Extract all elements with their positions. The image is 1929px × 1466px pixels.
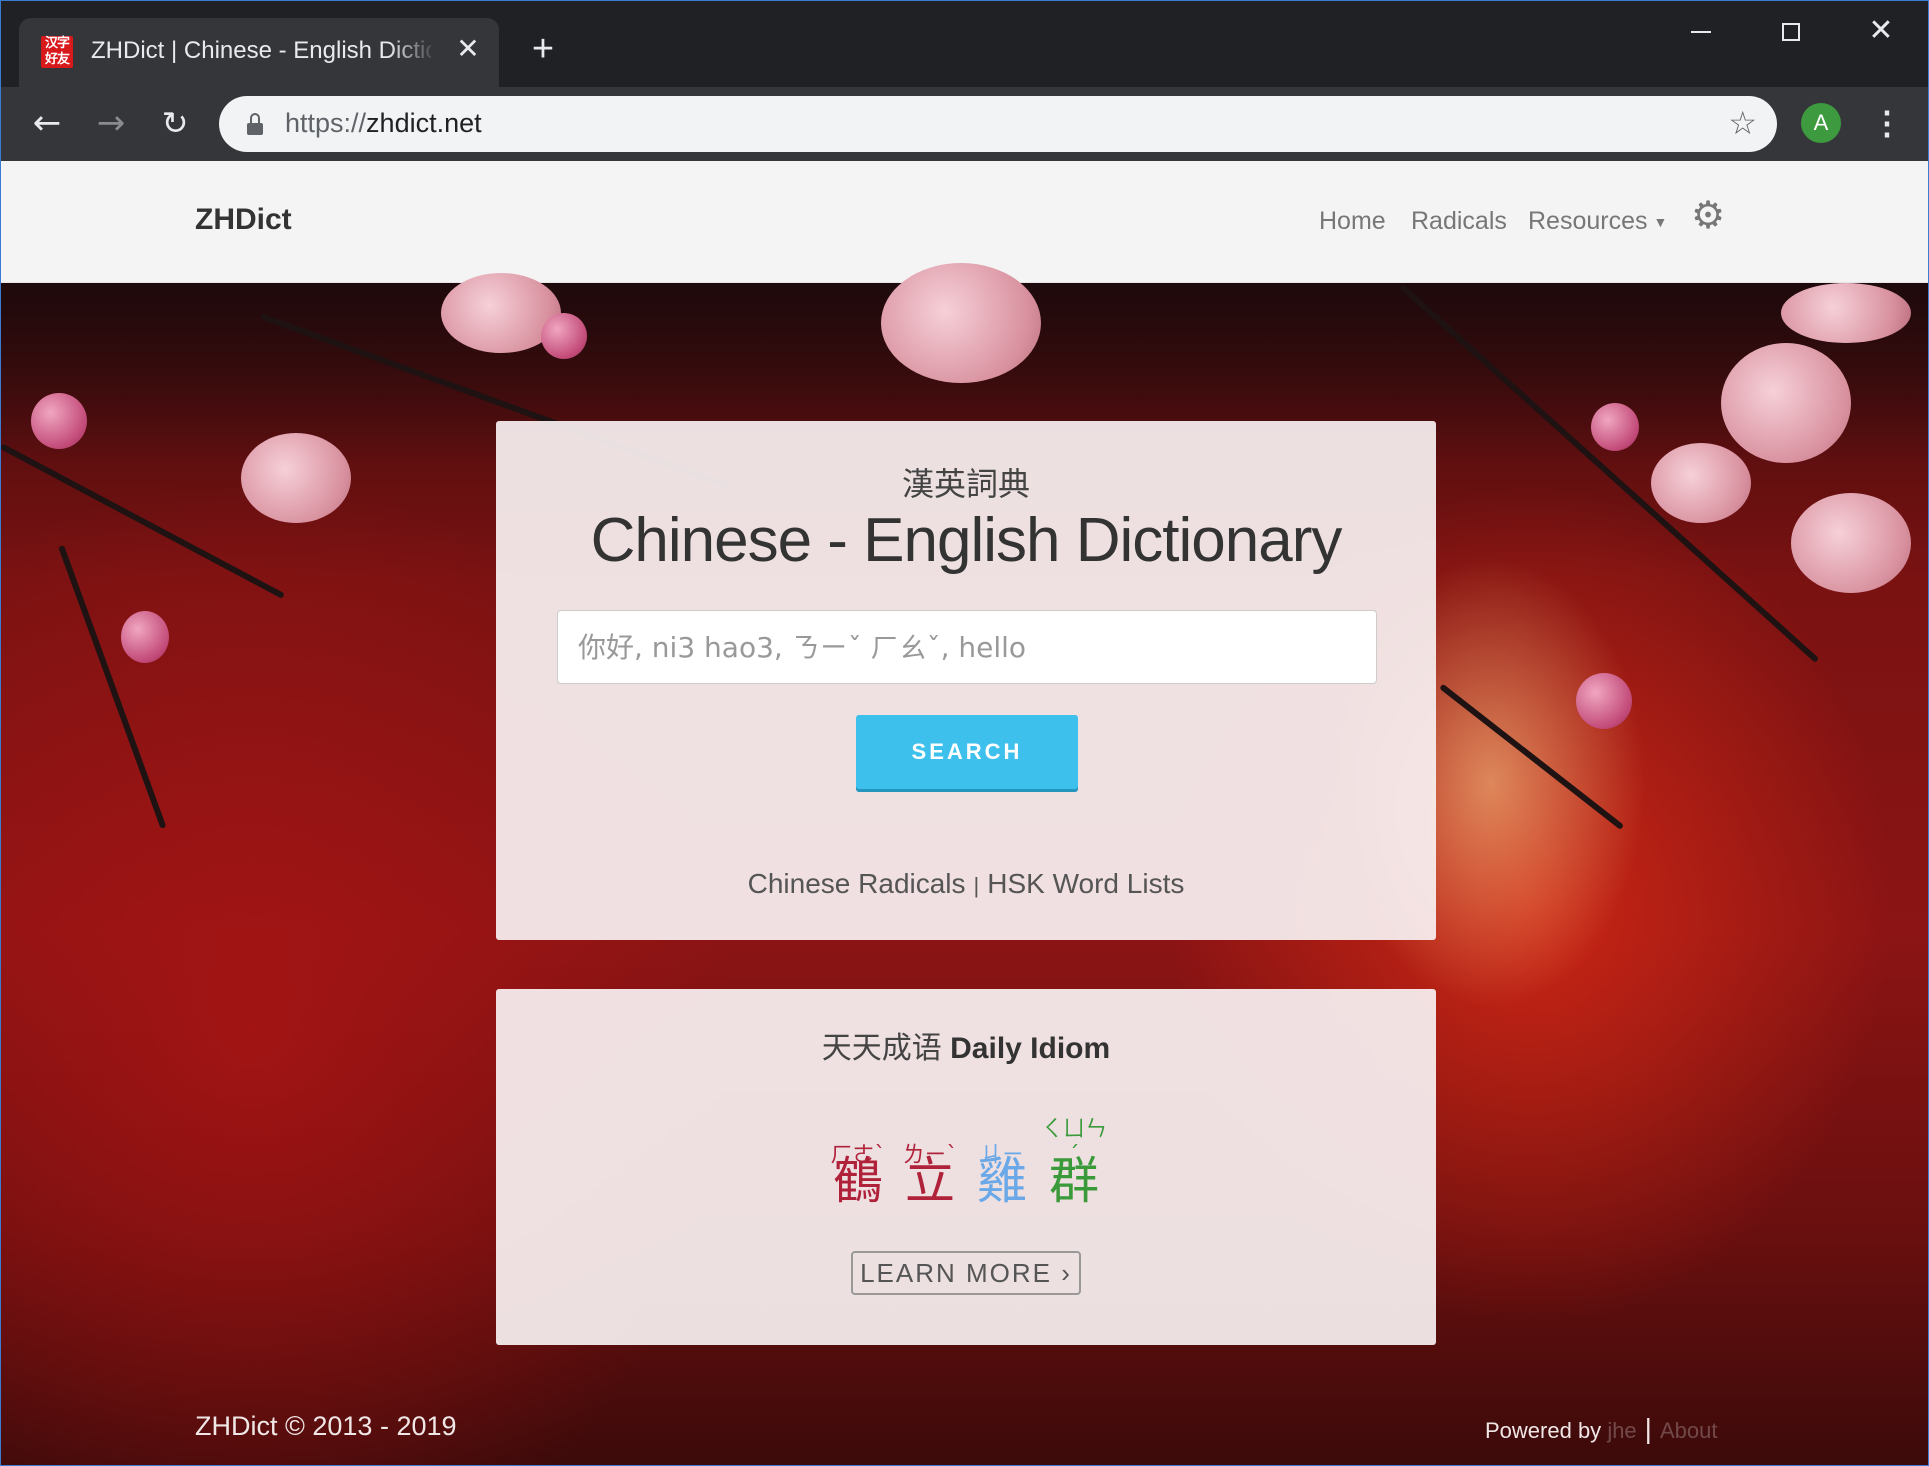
tab-title: ZHDict | Chinese - English Dictionary (91, 37, 431, 64)
branch-decoration (58, 544, 167, 829)
bud-decoration (1576, 673, 1632, 729)
about-link[interactable]: About (1660, 1418, 1718, 1443)
site-favicon-icon: 汉字好友 (41, 36, 73, 68)
web-page: ZHDict Home Radicals Resources ▼ ⚙ 漢英詞典 … (1, 161, 1928, 1465)
bud-decoration (1591, 403, 1639, 451)
browser-window: 汉字好友 ZHDict | Chinese - English Dictiona… (0, 0, 1929, 1466)
browser-tab[interactable]: 汉字好友 ZHDict | Chinese - English Dictiona… (19, 18, 499, 87)
caret-down-icon: ▼ (1653, 214, 1668, 231)
nav-resources-dropdown[interactable]: Resources ▼ (1528, 207, 1667, 236)
nav-home-link[interactable]: Home (1319, 207, 1386, 236)
idiom-card-title: 天天成语 Daily Idiom (496, 1023, 1436, 1067)
tab-strip: 汉字好友 ZHDict | Chinese - English Dictiona… (1, 1, 1928, 87)
close-window-icon[interactable]: ✕ (1851, 13, 1911, 53)
footer-copyright: ZHDict © 2013 - 2019 (195, 1411, 457, 1441)
footer-separator: | (1644, 1413, 1652, 1444)
nav-radicals-link[interactable]: Radicals (1411, 207, 1507, 236)
chinese-radicals-link[interactable]: Chinese Radicals (748, 868, 966, 899)
blossom-decoration (881, 263, 1041, 383)
bookmark-star-icon[interactable]: ☆ (1728, 105, 1757, 141)
powered-by-text: Powered by (1485, 1418, 1602, 1443)
search-input[interactable] (557, 610, 1377, 684)
blossom-decoration (241, 433, 351, 523)
bud-decoration (121, 611, 169, 663)
page-title: Chinese - English Dictionary (590, 506, 1343, 575)
maximize-window-icon[interactable] (1761, 13, 1821, 53)
link-separator: | (973, 873, 980, 898)
minimize-window-icon[interactable] (1671, 13, 1731, 53)
reload-icon[interactable]: ↻ (151, 99, 199, 147)
idiom-character[interactable]: 群 (1038, 1141, 1110, 1213)
search-card: 漢英詞典 Chinese - English Dictionary SEARCH… (496, 421, 1436, 940)
idiom-character[interactable]: 鶴 (822, 1141, 894, 1213)
site-brand[interactable]: ZHDict (195, 203, 292, 237)
hsk-word-lists-link[interactable]: HSK Word Lists (987, 868, 1184, 899)
search-button[interactable]: SEARCH (856, 715, 1078, 789)
idiom-title-english: Daily Idiom (950, 1032, 1111, 1065)
footer-links: Powered by jhe | About (1485, 1413, 1717, 1445)
back-arrow-icon[interactable]: ← (23, 99, 71, 147)
card-links: Chinese Radicals | HSK Word Lists (496, 868, 1436, 900)
close-tab-icon[interactable]: ✕ (453, 34, 483, 64)
bud-decoration (541, 313, 587, 359)
blossom-decoration (1791, 493, 1911, 593)
idiom-character[interactable]: 雞 (966, 1141, 1038, 1213)
learn-more-button[interactable]: LEARN MORE › (851, 1251, 1081, 1295)
powered-by-link[interactable]: jhe (1607, 1418, 1636, 1443)
card-title-chinese: 漢英詞典 (901, 465, 1030, 503)
url-text[interactable]: https://zhdict.net (285, 108, 482, 139)
new-tab-icon[interactable]: + (525, 30, 561, 68)
idiom-title-chinese: 天天成语 (821, 1031, 942, 1066)
address-bar[interactable]: https://zhdict.net ☆ (219, 96, 1777, 152)
browser-toolbar: ← → ↻ https://zhdict.net ☆ A ⋮ (1, 87, 1928, 161)
bud-decoration (31, 393, 87, 449)
idiom-character[interactable]: 立 (894, 1141, 966, 1213)
blossom-decoration (1781, 283, 1911, 343)
settings-gear-icon[interactable]: ⚙ (1691, 193, 1725, 237)
browser-menu-icon[interactable]: ⋮ (1871, 99, 1903, 147)
idiom-character-row: 鶴立雞群 (496, 1141, 1436, 1213)
forward-arrow-icon[interactable]: → (87, 99, 135, 147)
profile-avatar[interactable]: A (1801, 103, 1841, 143)
lock-icon[interactable] (247, 113, 263, 135)
blossom-decoration (1651, 443, 1751, 523)
daily-idiom-card: 天天成语 Daily Idiom ㄏㄜˋ ㄌㄧˋ ㄐㄧㄑㄩㄣˊ 鶴立雞群 LEARN… (496, 989, 1436, 1345)
blossom-decoration (1721, 343, 1851, 463)
